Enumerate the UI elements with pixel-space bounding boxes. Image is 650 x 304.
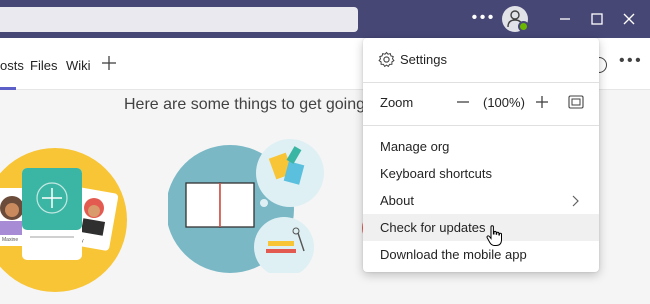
menu-divider — [363, 125, 599, 126]
fit-to-screen-icon[interactable] — [568, 95, 584, 109]
active-tab-indicator — [0, 87, 16, 90]
search-input[interactable] — [0, 7, 358, 32]
menu-item-label: Check for updates — [380, 220, 486, 235]
presence-status-badge — [518, 21, 529, 32]
more-options-icon[interactable]: • • • — [619, 52, 641, 70]
settings-and-more-menu: Settings Zoom (100%) Manage org Keyboard… — [363, 38, 599, 272]
chevron-right-icon — [572, 195, 579, 207]
menu-item-settings[interactable]: Settings — [363, 46, 599, 73]
menu-item-label: Download the mobile app — [380, 247, 527, 262]
title-bar: • • • — [0, 0, 650, 38]
more-horizontal-icon[interactable]: • • • — [471, 7, 494, 31]
people-cards-illustration: Maxine ly — [0, 148, 127, 292]
minimize-icon[interactable] — [554, 8, 576, 30]
zoom-row: Zoom (100%) — [363, 89, 599, 116]
hand-cursor-icon — [486, 225, 502, 246]
maximize-icon[interactable] — [586, 8, 608, 30]
tab-wiki[interactable]: Wiki — [66, 58, 91, 73]
menu-item-label: Manage org — [380, 139, 450, 154]
plus-icon[interactable] — [534, 93, 550, 111]
menu-item-label: About — [380, 193, 414, 208]
menu-item-keyboard-shortcuts[interactable]: Keyboard shortcuts — [363, 160, 599, 187]
tab-files[interactable]: Files — [30, 58, 57, 73]
minus-icon[interactable] — [455, 93, 471, 111]
tab-posts[interactable]: osts — [0, 58, 24, 73]
menu-item-about[interactable]: About — [363, 187, 599, 214]
menu-item-label: Keyboard shortcuts — [380, 166, 493, 181]
menu-item-manage-org[interactable]: Manage org — [363, 133, 599, 160]
menu-item-check-for-updates[interactable]: Check for updates — [363, 214, 599, 241]
menu-divider — [363, 82, 599, 83]
close-icon[interactable] — [618, 8, 640, 30]
plus-icon[interactable] — [99, 53, 119, 73]
menu-item-download-mobile-app[interactable]: Download the mobile app — [363, 241, 599, 268]
menu-item-label: Settings — [400, 52, 447, 67]
zoom-value: (100%) — [483, 95, 525, 110]
notebook-illustration — [168, 139, 324, 273]
welcome-heading: Here are some things to get going... — [124, 96, 379, 113]
zoom-label: Zoom — [380, 95, 414, 110]
gear-icon — [378, 51, 395, 68]
card-name-maxine: Maxine — [2, 237, 18, 243]
